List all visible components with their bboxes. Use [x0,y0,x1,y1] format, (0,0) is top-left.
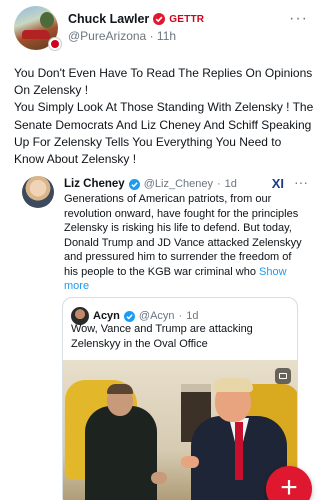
plus-icon: + [280,471,298,500]
quote-body: Generations of American patriots, from o… [64,192,308,294]
source-logo-icon: XI [271,176,284,191]
author-handle-line: @PureArizona · 11h [68,29,176,43]
meta-separator: · [149,29,154,43]
avatar-car [22,30,50,39]
quote-time: 1d [224,178,237,190]
scene-hand-right [181,456,199,468]
scene-person-left-hair [107,384,133,394]
nested-time: 1d [186,310,199,322]
post-header: Chuck Lawler GETTR @PureArizona · 11h ··… [14,6,314,51]
scene-hand-left [151,472,167,484]
avatar-tree [40,12,54,28]
meta-separator: · [178,310,183,322]
media-image[interactable] [63,360,297,500]
author-name[interactable]: Chuck Lawler [68,12,149,26]
more-horizontal-icon[interactable]: ··· [294,174,308,190]
post-time: 11h [156,29,177,43]
quote-author-line: Liz Cheney @Liz_Cheney · 1d [64,178,237,190]
quote-author-name[interactable]: Liz Cheney [64,178,125,190]
nested-author-name[interactable]: Acyn [93,310,120,322]
meta-separator: · [216,178,221,190]
scene-person-left-body [85,406,157,500]
scene-person-right-tie [235,422,243,480]
author-name-line: Chuck Lawler GETTR [68,12,204,26]
quote-author-avatar[interactable] [22,176,54,208]
post-paragraph: You Don't Even Have To Read The Replies … [14,66,313,98]
nested-body: Wow, Vance and Trump are attacking Zelen… [71,323,253,350]
network-tag: GETTR [169,13,205,25]
verified-badge-icon [128,178,140,190]
nested-quoted-post[interactable]: Acyn @Acyn · 1d Wow, Vance and Trump are… [62,297,298,500]
scene-person-right-hair [213,378,253,392]
quote-author-handle[interactable]: @Liz_Cheney [144,178,213,190]
compose-button[interactable]: + [266,466,312,500]
post-paragraph: You Simply Look At Those Standing With Z… [14,100,314,167]
author-handle[interactable]: @PureArizona [68,29,146,43]
post-body: You Don't Even Have To Read The Replies … [14,65,314,168]
verified-badge-icon [153,13,166,25]
nested-author-handle[interactable]: @Acyn [139,310,175,322]
verified-badge-icon [123,310,135,322]
media-expand-icon[interactable] [275,368,291,384]
more-horizontal-icon[interactable]: ··· [289,10,308,28]
network-badge-icon [48,37,62,51]
